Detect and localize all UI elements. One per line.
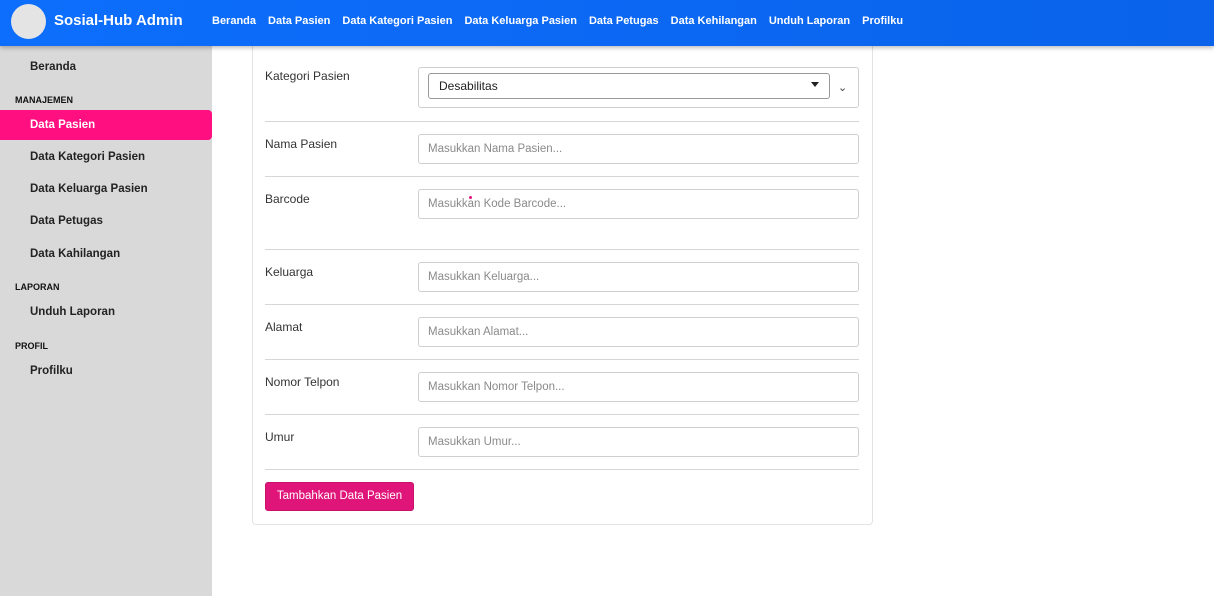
chevron-down-icon[interactable]: ⌄ <box>838 81 847 94</box>
sidebar-item-data-pasien[interactable]: Data Pasien <box>0 110 212 140</box>
sidebar-item-beranda[interactable]: Beranda <box>0 52 212 82</box>
barcode-input[interactable]: Masukkan Kode Barcode... <box>418 189 859 219</box>
submit-button[interactable]: Tambahkan Data Pasien <box>265 482 414 511</box>
sidebar-item-data-petugas[interactable]: Data Petugas <box>0 206 212 236</box>
telpon-label: Nomor Telpon <box>265 375 340 389</box>
nav-data-pasien[interactable]: Data Pasien <box>268 15 330 27</box>
divider <box>265 469 859 470</box>
divider <box>265 176 859 177</box>
sidebar-item-profilku[interactable]: Profilku <box>0 356 212 386</box>
nav-data-petugas[interactable]: Data Petugas <box>589 15 659 27</box>
sidebar-item-data-keluarga-pasien[interactable]: Data Keluarga Pasien <box>0 174 212 204</box>
kategori-label: Kategori Pasien <box>265 69 350 83</box>
sidebar-section-laporan: LAPORAN <box>15 282 60 292</box>
divider <box>265 249 859 250</box>
nomor-telpon-input[interactable]: Masukkan Nomor Telpon... <box>418 372 859 402</box>
alamat-label: Alamat <box>265 320 303 334</box>
sidebar-item-data-kehilangan[interactable]: Data Kahilangan <box>0 239 212 269</box>
top-navbar: Sosial-Hub Admin Beranda Data Pasien Dat… <box>0 0 1214 46</box>
divider <box>265 304 859 305</box>
avatar[interactable] <box>11 4 46 39</box>
umur-input[interactable]: Masukkan Umur... <box>418 427 859 457</box>
keluarga-label: Keluarga <box>265 265 314 279</box>
brand-title[interactable]: Sosial-Hub Admin <box>54 12 183 29</box>
divider <box>265 121 859 122</box>
barcode-label: Barcode <box>265 192 310 206</box>
alamat-input[interactable]: Masukkan Alamat... <box>418 317 859 347</box>
kategori-select[interactable]: Desabilitas <box>428 73 830 99</box>
nama-pasien-input[interactable]: Masukkan Nama Pasien... <box>418 134 859 164</box>
sidebar-item-data-kategori-pasien[interactable]: Data Kategori Pasien <box>0 142 212 172</box>
nav-data-kehilangan[interactable]: Data Kehilangan <box>671 15 757 27</box>
umur-label: Umur <box>265 430 295 444</box>
kategori-selected-value: Desabilitas <box>439 79 498 93</box>
caret-down-icon[interactable] <box>811 82 819 87</box>
cursor-marker <box>469 196 472 199</box>
nama-label: Nama Pasien <box>265 137 338 151</box>
nav-data-kategori-pasien[interactable]: Data Kategori Pasien <box>342 15 452 27</box>
top-nav: Beranda Data Pasien Data Kategori Pasien… <box>212 15 903 27</box>
nav-data-keluarga-pasien[interactable]: Data Keluarga Pasien <box>464 15 577 27</box>
sidebar-section-profil: PROFIL <box>15 341 48 351</box>
divider <box>265 414 859 415</box>
divider <box>265 359 859 360</box>
sidebar-section-manajemen: MANAJEMEN <box>15 95 74 105</box>
keluarga-input[interactable]: Masukkan Keluarga... <box>418 262 859 292</box>
sidebar-item-unduh-laporan[interactable]: Unduh Laporan <box>0 297 212 327</box>
nav-beranda[interactable]: Beranda <box>212 15 256 27</box>
nav-profilku[interactable]: Profilku <box>862 15 903 27</box>
nav-unduh-laporan[interactable]: Unduh Laporan <box>769 15 850 27</box>
sidebar: Beranda MANAJEMEN Data Pasien Data Kateg… <box>0 46 212 596</box>
kategori-select-container[interactable]: Desabilitas ⌄ <box>418 67 859 108</box>
